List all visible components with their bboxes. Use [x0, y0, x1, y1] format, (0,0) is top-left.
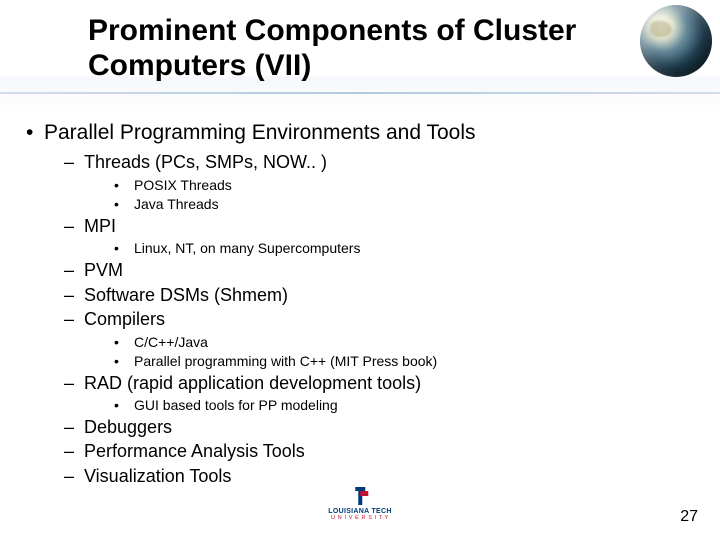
bullet-l3: Java Threads: [22, 196, 702, 214]
bullet-l3: POSIX Threads: [22, 177, 702, 195]
bullet-l2: Visualization Tools: [22, 466, 702, 488]
page-number: 27: [680, 508, 698, 526]
bullet-l2: Compilers: [22, 309, 702, 331]
slide: Prominent Components of Cluster Computer…: [0, 0, 720, 540]
university-logo: LOUISIANA TECH U N I V E R S I T Y: [328, 487, 391, 522]
bullet-l2: Performance Analysis Tools: [22, 441, 702, 463]
bullet-l3: Parallel programming with C++ (MIT Press…: [22, 353, 702, 371]
logo-icon: [349, 487, 371, 507]
title-underline: [0, 92, 720, 94]
bullet-l2: Software DSMs (Shmem): [22, 285, 702, 307]
bullet-l1: Parallel Programming Environments and To…: [22, 120, 702, 146]
logo-text: LOUISIANA TECH: [328, 508, 391, 515]
content-body: Parallel Programming Environments and To…: [22, 120, 702, 491]
bullet-l2: Debuggers: [22, 417, 702, 439]
bullet-l2: PVM: [22, 260, 702, 282]
bullet-l2: Threads (PCs, SMPs, NOW.. ): [22, 152, 702, 174]
slide-title: Prominent Components of Cluster Computer…: [88, 14, 608, 83]
bullet-l2: MPI: [22, 216, 702, 238]
bullet-l2: RAD (rapid application development tools…: [22, 373, 702, 395]
bullet-l3: C/C++/Java: [22, 334, 702, 352]
bullet-l3: Linux, NT, on many Supercomputers: [22, 240, 702, 258]
globe-icon: [640, 5, 712, 77]
bullet-l3: GUI based tools for PP modeling: [22, 397, 702, 415]
logo-subtext: U N I V E R S I T Y: [328, 515, 391, 522]
